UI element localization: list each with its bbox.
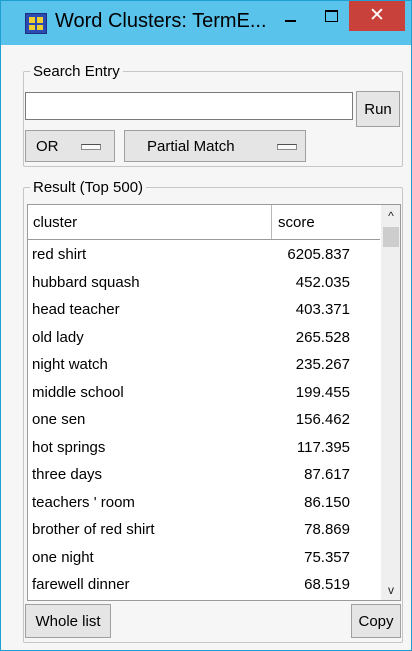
run-button[interactable]: Run <box>356 91 400 127</box>
score-cell: 75.357 <box>304 548 350 566</box>
cluster-cell: head teacher <box>32 301 120 319</box>
copy-button[interactable]: Copy <box>351 604 401 638</box>
scrollbar-thumb[interactable] <box>383 227 399 247</box>
vertical-scrollbar[interactable]: ^ v <box>381 205 400 600</box>
column-header-score[interactable]: score <box>272 205 380 239</box>
title-bar[interactable]: Word Clusters: TermE... ✕ <box>1 1 411 45</box>
cluster-cell: farewell dinner <box>32 576 130 594</box>
window-title: Word Clusters: TermE... <box>55 10 267 32</box>
app-icon <box>25 13 47 34</box>
maximize-button[interactable] <box>311 1 351 31</box>
result-label: Result (Top 500) <box>33 179 144 196</box>
score-cell: 265.528 <box>295 328 350 346</box>
table-row[interactable]: farewell dinner 68.519 <box>28 571 380 599</box>
table-row[interactable]: head teacher 403.371 <box>28 296 380 324</box>
whole-list-button[interactable]: Whole list <box>25 604 111 638</box>
score-cell: 235.267 <box>295 356 350 374</box>
score-cell: 86.150 <box>304 493 350 511</box>
cluster-cell: old lady <box>32 328 84 346</box>
table-row[interactable]: one sen 156.462 <box>28 406 380 434</box>
match-mode-dropdown[interactable]: Partial Match <box>124 130 306 162</box>
result-table: cluster score red shirt 6205.837 hubbard … <box>27 204 401 601</box>
table-row[interactable]: teachers ' room 86.150 <box>28 489 380 517</box>
cluster-cell: teachers ' room <box>32 493 135 511</box>
match-mode-value: Partial Match <box>147 137 235 155</box>
column-header-cluster[interactable]: cluster <box>28 205 272 239</box>
dropdown-indicator-icon <box>277 144 297 150</box>
close-button[interactable]: ✕ <box>349 1 405 31</box>
scroll-up-icon[interactable]: ^ <box>381 205 400 225</box>
scroll-down-icon[interactable]: v <box>381 580 400 600</box>
score-cell: 87.617 <box>304 466 350 484</box>
score-cell: 403.371 <box>295 301 350 319</box>
score-cell: 156.462 <box>295 411 350 429</box>
cluster-cell: red shirt <box>32 246 87 264</box>
score-cell: 78.869 <box>304 521 350 539</box>
table-row[interactable]: brother of red shirt 78.869 <box>28 516 380 544</box>
score-cell: 68.519 <box>304 576 350 594</box>
table-body: red shirt 6205.837 hubbard squash 452.035 … <box>28 241 380 599</box>
table-row[interactable]: old lady 265.528 <box>28 324 380 352</box>
table-header: cluster score <box>28 205 380 240</box>
score-cell: 6205.837 <box>287 246 350 264</box>
app-window: Word Clusters: TermE... ✕ Search Entry R… <box>0 0 412 651</box>
operator-dropdown[interactable]: OR <box>25 130 115 162</box>
table-row[interactable]: red shirt 6205.837 <box>28 241 380 269</box>
table-row[interactable]: three days 87.617 <box>28 461 380 489</box>
search-input[interactable] <box>25 92 353 120</box>
table-row[interactable]: hubbard squash 452.035 <box>28 269 380 297</box>
operator-value: OR <box>36 137 59 155</box>
cluster-cell: hot springs <box>32 438 106 456</box>
cluster-cell: brother of red shirt <box>32 521 155 539</box>
score-cell: 117.395 <box>296 438 350 456</box>
cluster-cell: one night <box>32 548 94 566</box>
table-row[interactable]: one night 75.357 <box>28 544 380 572</box>
cluster-cell: night watch <box>32 356 108 374</box>
cluster-cell: hubbard squash <box>32 273 140 291</box>
search-entry-label: Search Entry <box>33 63 120 80</box>
dropdown-indicator-icon <box>81 144 101 150</box>
minimize-button[interactable] <box>271 1 311 31</box>
table-row[interactable]: hot springs 117.395 <box>28 434 380 462</box>
cluster-cell: middle school <box>32 383 124 401</box>
table-row[interactable]: middle school 199.455 <box>28 379 380 407</box>
table-row[interactable]: night watch 235.267 <box>28 351 380 379</box>
cluster-cell: three days <box>32 466 103 484</box>
score-cell: 452.035 <box>295 273 350 291</box>
cluster-cell: one sen <box>32 411 86 429</box>
score-cell: 199.455 <box>295 383 350 401</box>
